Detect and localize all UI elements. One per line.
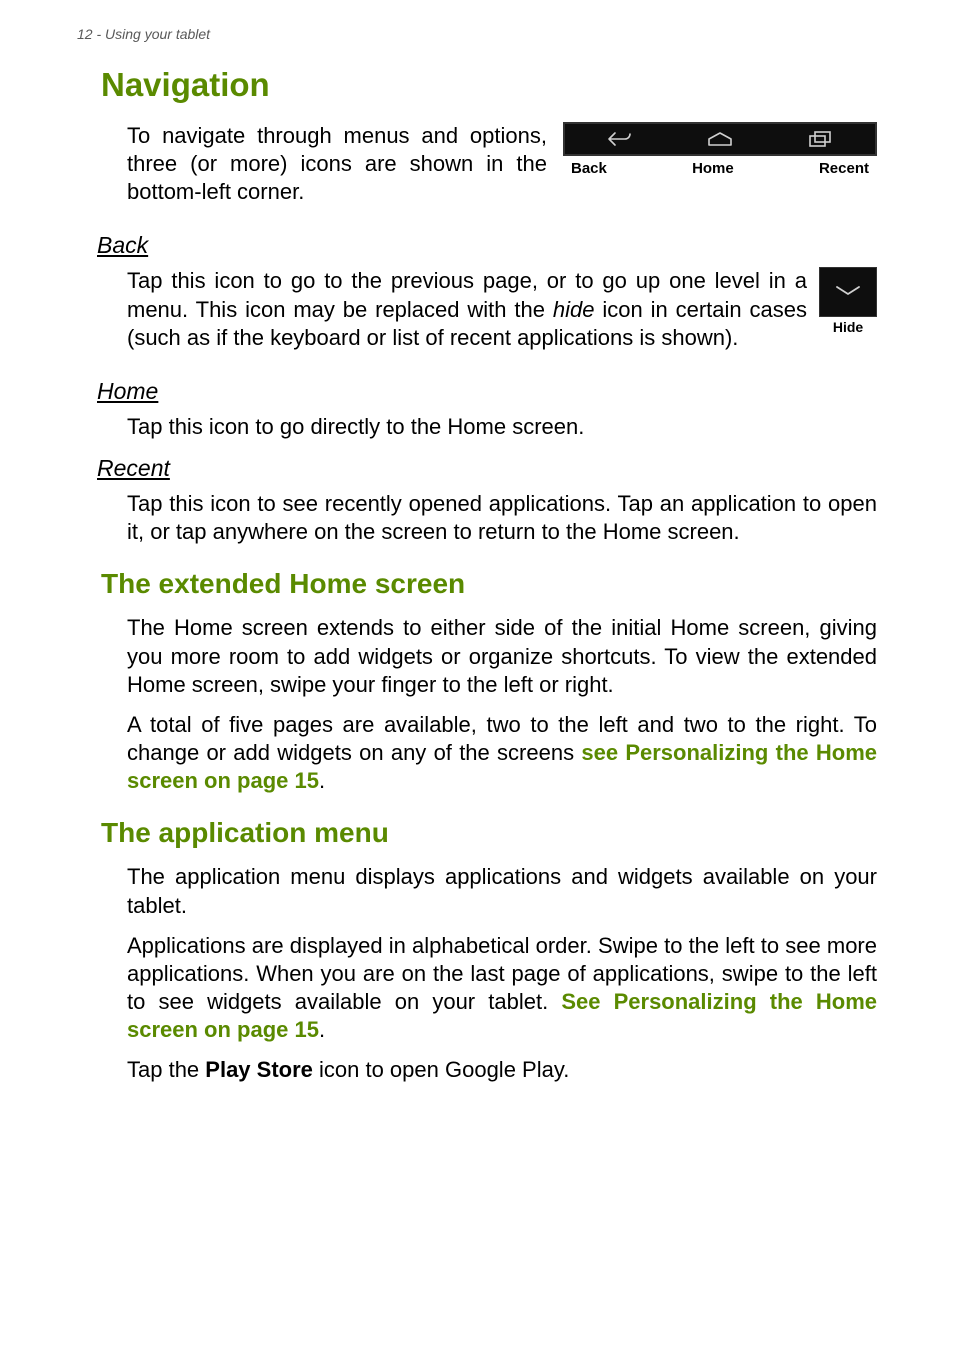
back-label: Back [571, 160, 607, 177]
home-icon [706, 130, 734, 148]
back-icon [607, 130, 633, 148]
nav-intro-text: To navigate through menus and options, t… [127, 122, 547, 206]
hide-figure: Hide [819, 267, 877, 335]
hide-label: Hide [833, 319, 863, 335]
recent-body: Tap this icon to see recently opened app… [127, 490, 877, 546]
navbar-labels: Back Home Recent [563, 160, 877, 177]
appmenu-p2-after: . [319, 1017, 325, 1042]
appmenu-p1: The application menu displays applicatio… [127, 863, 877, 919]
extended-p2: A total of five pages are available, two… [127, 711, 877, 795]
heading-home: Home [97, 378, 877, 405]
appmenu-p3-after: icon to open Google Play. [313, 1057, 569, 1082]
heading-back: Back [97, 232, 877, 259]
heading-extended-home: The extended Home screen [101, 568, 877, 600]
appmenu-p3: Tap the Play Store icon to open Google P… [127, 1056, 877, 1084]
hide-box [819, 267, 877, 317]
heading-navigation: Navigation [101, 66, 877, 104]
running-header: 12 - Using your tablet [77, 26, 877, 42]
heading-recent: Recent [97, 455, 877, 482]
recent-icon [807, 130, 833, 148]
extended-p2-after: . [319, 768, 325, 793]
hide-icon [833, 283, 863, 302]
home-label: Home [692, 160, 734, 177]
navbar-figure: Back Home Recent [563, 122, 877, 177]
extended-p1: The Home screen extends to either side o… [127, 614, 877, 698]
navbar-box [563, 122, 877, 156]
appmenu-p3-bold: Play Store [205, 1057, 313, 1082]
appmenu-p2: Applications are displayed in alphabetic… [127, 932, 877, 1045]
back-body: Tap this icon to go to the previous page… [127, 267, 807, 351]
back-text-italic: hide [553, 297, 595, 322]
heading-application-menu: The application menu [101, 817, 877, 849]
recent-label: Recent [819, 160, 869, 177]
home-body: Tap this icon to go directly to the Home… [127, 413, 877, 441]
appmenu-p3-before: Tap the [127, 1057, 205, 1082]
